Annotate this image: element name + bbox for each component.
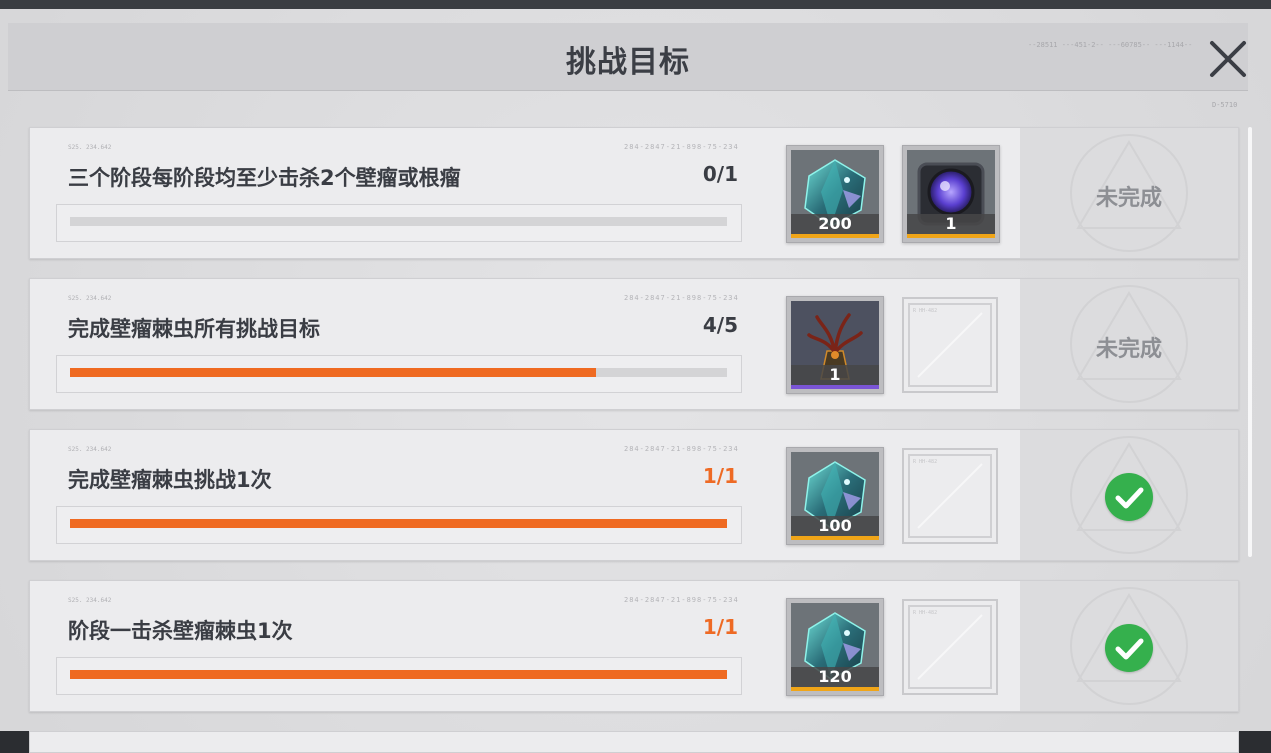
status-area: [1020, 581, 1238, 711]
empty-slot-code: R HH-482: [913, 459, 938, 465]
rarity-strip: [907, 234, 995, 238]
progress-count: 1/1: [702, 615, 738, 639]
rarity-strip: [791, 536, 879, 540]
empty-slot-icon: [917, 614, 983, 680]
status-area: 未完成: [1020, 128, 1238, 258]
reward-quantity: 120: [791, 667, 879, 687]
rarity-strip: [791, 385, 879, 389]
progress-count: 0/1: [702, 162, 738, 186]
progress-bar: [56, 506, 742, 544]
objective-card: 未完成 S25. 234.642 284-2847-21-898-75-234 …: [29, 127, 1239, 259]
panel-code: D-5710: [1212, 101, 1238, 109]
card-code-left: S25. 234.642: [68, 295, 112, 302]
reward-item[interactable]: 200: [786, 145, 884, 243]
complete-check-icon: [1105, 624, 1153, 672]
card-code-right: 284-2847-21-898-75-234: [624, 294, 739, 302]
reward-item[interactable]: 1: [902, 145, 1000, 243]
status-incomplete-label: 未完成: [1095, 186, 1162, 211]
empty-slot-frame: R HH-482: [908, 454, 992, 538]
reward-quantity: 1: [907, 214, 995, 234]
progress-track: [70, 368, 727, 377]
objective-card: S25. 234.642 284-2847-21-898-75-234 阶段一击…: [29, 580, 1239, 712]
objective-card: 未完成 S25. 234.642 284-2847-21-898-75-234 …: [29, 278, 1239, 410]
reward-item[interactable]: 1: [786, 296, 884, 394]
empty-slot-code: R HH-482: [913, 308, 938, 314]
empty-slot-icon: [917, 312, 983, 378]
card-code-right: 284-2847-21-898-75-234: [624, 143, 739, 151]
progress-fill: [70, 519, 727, 528]
close-icon: [1210, 41, 1246, 77]
progress-fill: [70, 368, 596, 377]
reward-slot-empty: R HH-482: [902, 448, 998, 544]
reward-item[interactable]: 120: [786, 598, 884, 696]
card-code-right: 284-2847-21-898-75-234: [624, 596, 739, 604]
empty-slot-code: R HH-482: [913, 610, 938, 616]
objective-name: 三个阶段每阶段均至少击杀2个壁瘤或根瘤: [68, 166, 461, 190]
card-code-left: S25. 234.642: [68, 446, 112, 453]
progress-bar: [56, 355, 742, 393]
card-code-left: S25. 234.642: [68, 144, 112, 151]
reward-slot-empty: R HH-482: [902, 297, 998, 393]
status-area: [1020, 430, 1238, 560]
list-item-partial: [29, 731, 1239, 753]
status-incomplete-label: 未完成: [1095, 337, 1162, 362]
progress-fill: [70, 670, 727, 679]
progress-count: 4/5: [702, 313, 738, 337]
card-code-left: S25. 234.642: [68, 597, 112, 604]
complete-check-icon: [1105, 473, 1153, 521]
header-deco-code: --28511 ---451-2-- ---60785-- ---1144--: [1028, 41, 1193, 49]
close-button[interactable]: [1202, 35, 1252, 85]
progress-count: 1/1: [702, 464, 738, 488]
empty-slot-icon: [917, 463, 983, 529]
card-code-right: 284-2847-21-898-75-234: [624, 445, 739, 453]
rarity-strip: [791, 687, 879, 691]
objective-name: 完成壁瘤棘虫挑战1次: [68, 468, 272, 492]
reward-quantity: 1: [791, 365, 879, 385]
rarity-strip: [791, 234, 879, 238]
scrollbar[interactable]: [1248, 127, 1252, 557]
objective-card: S25. 234.642 284-2847-21-898-75-234 完成壁瘤…: [29, 429, 1239, 561]
reward-slot-empty: R HH-482: [902, 599, 998, 695]
reward-item[interactable]: 100: [786, 447, 884, 545]
progress-track: [70, 670, 727, 679]
challenge-goals-panel: 挑战目标 --28511 ---451-2-- ---60785-- ---11…: [0, 9, 1271, 753]
empty-slot-frame: R HH-482: [908, 303, 992, 387]
empty-slot-frame: R HH-482: [908, 605, 992, 689]
reward-quantity: 200: [791, 214, 879, 234]
reward-quantity: 100: [791, 516, 879, 536]
progress-track: [70, 217, 727, 226]
progress-bar: [56, 204, 742, 242]
status-area: 未完成: [1020, 279, 1238, 409]
panel-header: 挑战目标 --28511 ---451-2-- ---60785-- ---11…: [8, 23, 1248, 91]
progress-track: [70, 519, 727, 528]
progress-bar: [56, 657, 742, 695]
objective-name: 阶段一击杀壁瘤棘虫1次: [68, 619, 293, 643]
objective-name: 完成壁瘤棘虫所有挑战目标: [68, 317, 320, 341]
